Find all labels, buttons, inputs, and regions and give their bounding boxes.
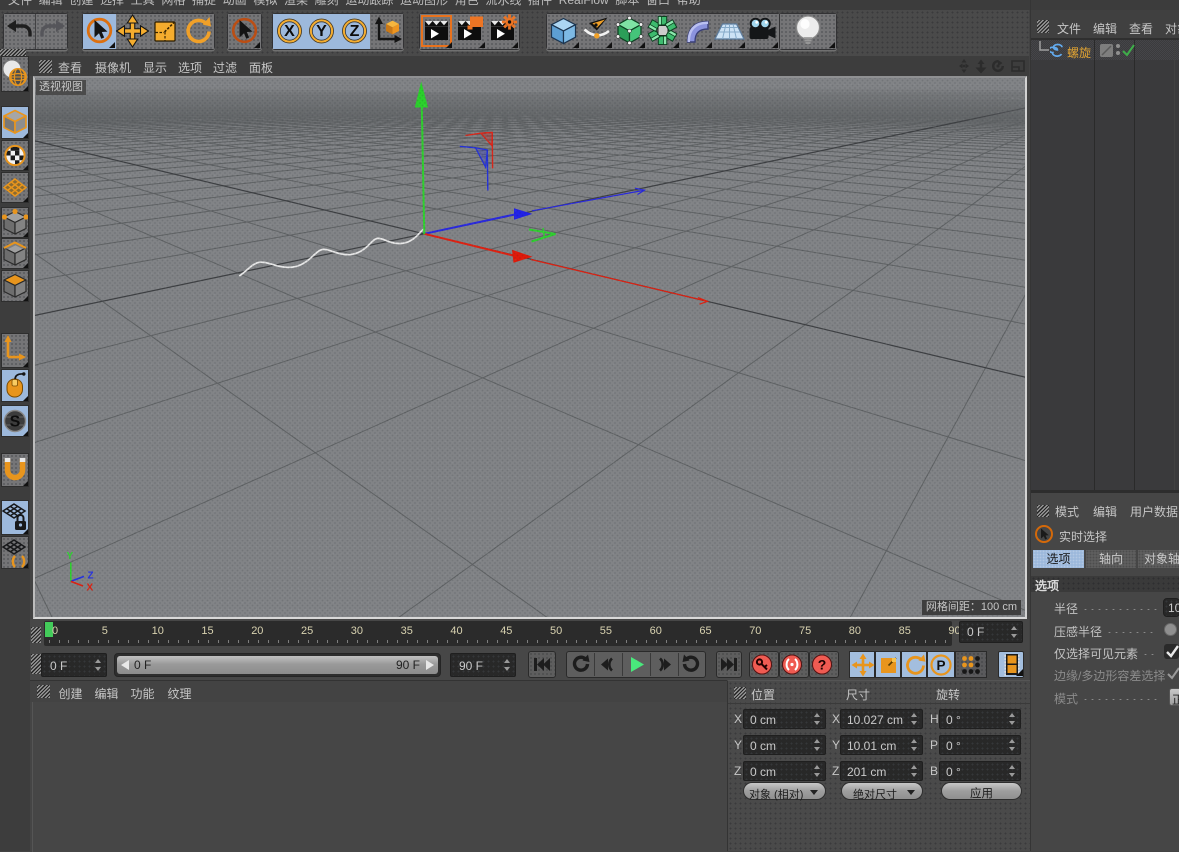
svg-text:S: S xyxy=(10,414,21,431)
svg-text:P: P xyxy=(936,658,945,673)
svg-text:Y: Y xyxy=(316,23,327,40)
svg-text:?: ? xyxy=(818,657,827,673)
svg-text:X: X xyxy=(284,23,295,40)
svg-text:Z: Z xyxy=(349,23,359,40)
